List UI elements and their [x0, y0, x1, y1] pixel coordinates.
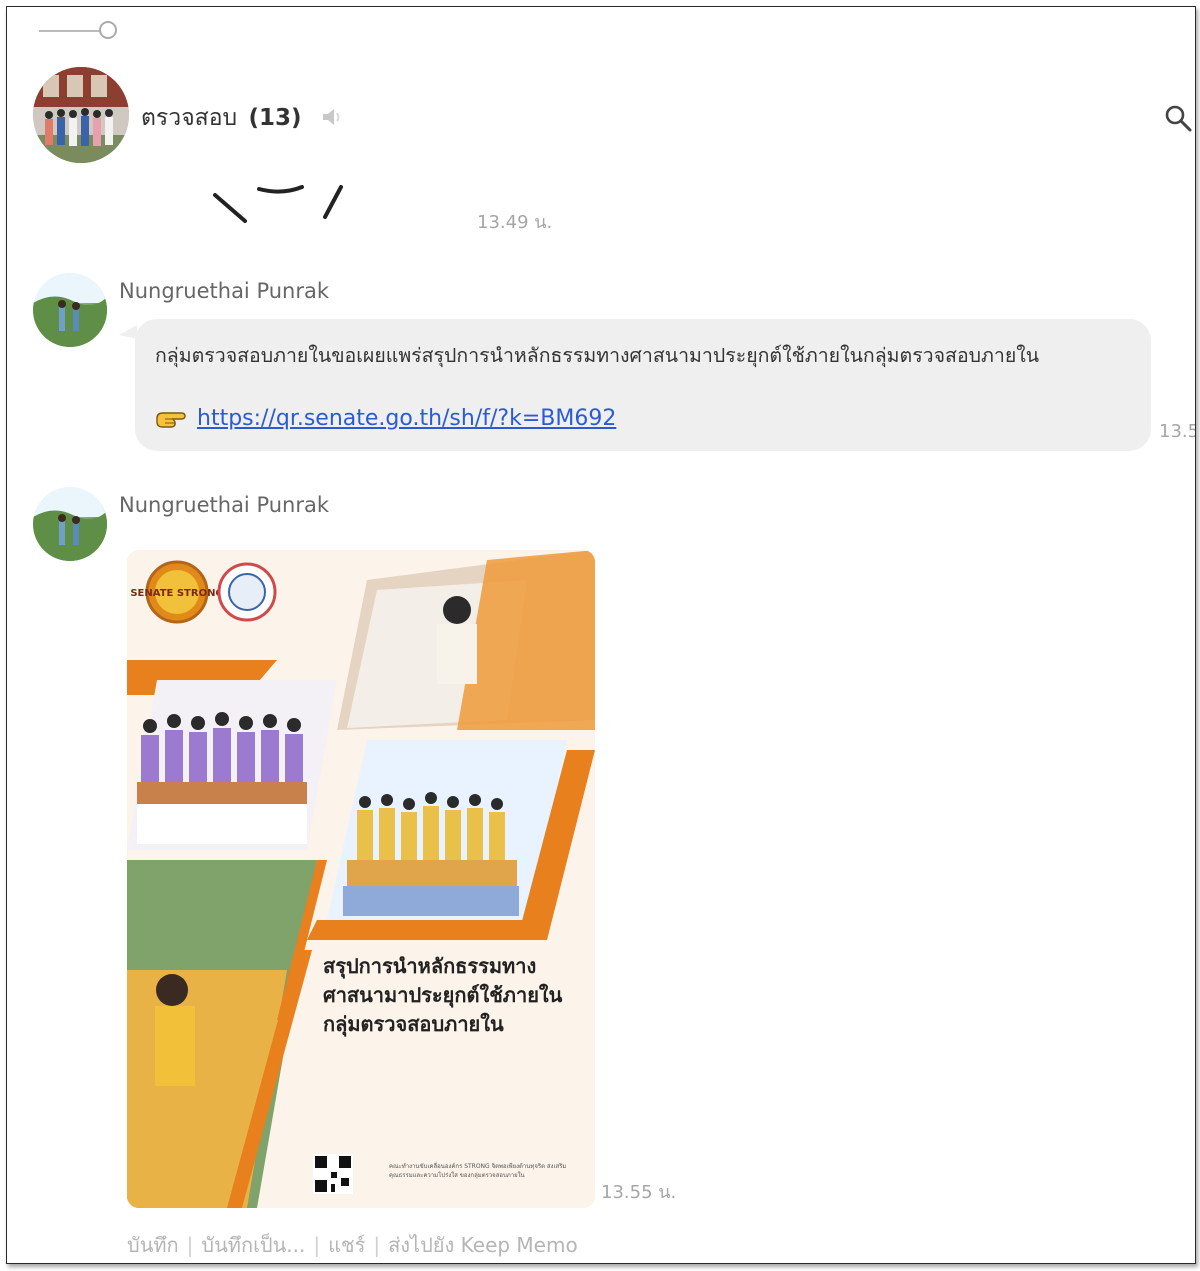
save-action[interactable]: บันทึก [127, 1229, 179, 1261]
sender-photo [33, 487, 107, 561]
pointing-hand-icon [156, 412, 186, 428]
separator: | [186, 1233, 194, 1257]
poster-footer: คณะทำงานขับเคลื่อนองค์กร STRONG จิตพอเพี… [389, 1163, 567, 1179]
message-text: กลุ่มตรวจสอบภายในขอเผยแพร่สรุปการนำหลักธ… [155, 344, 1040, 367]
save-as-action[interactable]: บันทึกเป็น... [201, 1229, 305, 1261]
member-count: (13) [248, 105, 302, 131]
poster-title-line: สรุปการนำหลักธรรมทาง [323, 954, 537, 978]
image-message[interactable]: SENATE STRONG สรุปการนำหลักธรรมทาง ศาสนา… [127, 550, 595, 1208]
message-bubble[interactable]: กลุ่มตรวจสอบภายในขอเผยแพร่สรุปการนำหลักธ… [135, 319, 1151, 451]
poster-title: สรุปการนำหลักธรรมทาง ศาสนามาประยุกต์ใช้ภ… [323, 952, 562, 1039]
link-row: https://qr.senate.go.th/sh/f/?k=BM692 [155, 405, 616, 431]
sender-name: Nungruethai Punrak [119, 493, 330, 517]
poster-title-line: ศาสนามาประยุกต์ใช้ภายใน [323, 983, 563, 1007]
group-photo [33, 67, 129, 163]
group-avatar[interactable] [33, 67, 129, 163]
sender-avatar[interactable] [33, 273, 107, 347]
message-timestamp: 13.49 น. [477, 212, 553, 233]
sender-photo [33, 273, 107, 347]
message-timestamp: 13.5 [1159, 421, 1196, 442]
message-link[interactable]: https://qr.senate.go.th/sh/f/?k=BM692 [197, 406, 616, 431]
zoom-slider-handle[interactable] [99, 21, 117, 39]
chat-name: ตรวจสอบ [141, 105, 238, 131]
sender-avatar[interactable] [33, 487, 107, 561]
separator: | [313, 1233, 321, 1257]
chat-title[interactable]: ตรวจสอบ (13) [141, 100, 301, 136]
separator: | [373, 1233, 381, 1257]
poster-badge: SENATE STRONG [130, 588, 223, 599]
share-action[interactable]: แชร์ [328, 1229, 365, 1261]
mute-icon [323, 109, 340, 125]
qr-code-icon [313, 1154, 353, 1194]
search-icon[interactable] [1163, 103, 1193, 133]
image-action-bar: บันทึก | บันทึกเป็น... | แชร์ | ส่งไปยัง… [127, 1229, 578, 1261]
keep-memo-action[interactable]: ส่งไปยัง Keep Memo [388, 1229, 578, 1261]
poster-artwork: SENATE STRONG [127, 550, 595, 1208]
chat-window: ตรวจสอบ (13) 13.49 น. Nungruethai Punrak… [6, 6, 1196, 1264]
sender-name: Nungruethai Punrak [119, 279, 330, 303]
poster-title-line: กลุ่มตรวจสอบภายใน [323, 1012, 504, 1036]
message-timestamp: 13.55 น. [601, 1182, 677, 1203]
sticker-fragment [213, 185, 343, 223]
